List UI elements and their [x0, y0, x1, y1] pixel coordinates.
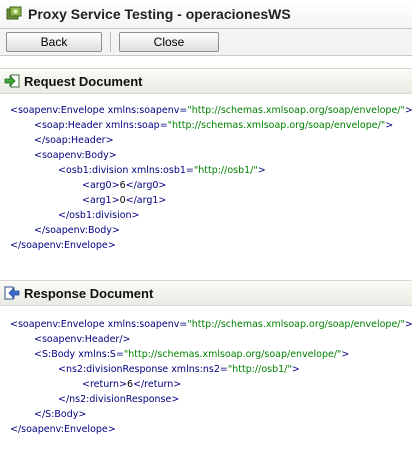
xml-attribute: xmlns:soapenv=: [107, 105, 188, 116]
arrow-out-icon: [4, 285, 20, 301]
xml-tag: </arg0>: [125, 180, 167, 191]
request-xml-line: </soapenv:Envelope>: [10, 238, 412, 253]
response-section-header: Response Document: [0, 280, 412, 306]
xml-tag: <arg1>: [82, 195, 120, 206]
response-xml-line: <ns2:divisionResponse xmlns:ns2="http://…: [10, 362, 412, 377]
xml-value: "http://schemas.xmlsoap.org/soap/envelop…: [187, 319, 405, 330]
xml-tag: >: [291, 364, 300, 375]
response-xml-line: <soapenv:Envelope xmlns:soapenv="http://…: [10, 317, 412, 332]
request-xml-line: <soapenv:Envelope xmlns:soapenv="http://…: [10, 103, 412, 118]
response-xml-line: <soapenv:Header/>: [10, 332, 412, 347]
request-xml-line: </soap:Header>: [10, 133, 412, 148]
xml-tag: </soapenv:Body>: [34, 225, 120, 236]
request-xml-line: <osb1:division xmlns:osb1="http://osb1/"…: [10, 163, 412, 178]
xml-tag: <soapenv:Envelope: [10, 105, 108, 116]
xml-tag: <soap:Header: [34, 120, 106, 131]
xml-attribute: xmlns:osb1=: [131, 165, 194, 176]
request-title: Request Document: [24, 73, 143, 89]
xml-tag: <osb1:division: [58, 165, 132, 176]
xml-tag: >: [341, 349, 350, 360]
back-button[interactable]: Back: [6, 32, 102, 52]
xml-tag: </soapenv:Envelope>: [10, 424, 116, 435]
window-title: Proxy Service Testing - operacionesWS: [28, 6, 291, 22]
arrow-in-icon: [4, 73, 20, 89]
proxy-service-icon: [6, 6, 22, 22]
xml-tag: </return>: [133, 379, 182, 390]
xml-value: "http://schemas.xmlsoap.org/soap/envelop…: [187, 105, 405, 116]
response-xml-line: </soapenv:Envelope>: [10, 422, 412, 437]
xml-attribute: xmlns:ns2=: [171, 364, 228, 375]
xml-tag: <soapenv:Body>: [34, 150, 117, 161]
window-titlebar: Proxy Service Testing - operacionesWS: [0, 0, 412, 28]
xml-tag: </soap:Header>: [34, 135, 114, 146]
xml-value: "http://osb1/": [227, 364, 292, 375]
toolbar-separator: [110, 32, 111, 52]
request-xml-line: <soapenv:Body>: [10, 148, 412, 163]
xml-attribute: xmlns:soapenv=: [107, 319, 188, 330]
request-xml-line: </osb1:division>: [10, 208, 412, 223]
response-xml-line: </ns2:divisionResponse>: [10, 392, 412, 407]
xml-tag: >: [404, 105, 412, 116]
xml-tag: >: [385, 120, 394, 131]
xml-attribute: xmlns:soap=: [105, 120, 168, 131]
request-xml: <soapenv:Envelope xmlns:soapenv="http://…: [0, 103, 412, 253]
request-xml-line: <arg1>0</arg1>: [10, 193, 412, 208]
response-xml-line: <S:Body xmlns:S="http://schemas.xmlsoap.…: [10, 347, 412, 362]
response-xml-line: </S:Body>: [10, 407, 412, 422]
xml-tag: </ns2:divisionResponse>: [58, 394, 180, 405]
xml-tag: <soapenv:Envelope: [10, 319, 108, 330]
response-xml-line: <return>6</return>: [10, 377, 412, 392]
xml-tag: <ns2:divisionResponse: [58, 364, 172, 375]
request-xml-line: <soap:Header xmlns:soap="http://schemas.…: [10, 118, 412, 133]
xml-tag: </S:Body>: [34, 409, 87, 420]
request-section-header: Request Document: [0, 68, 412, 94]
xml-attribute: xmlns:S=: [78, 349, 124, 360]
xml-value: "http://schemas.xmlsoap.org/soap/envelop…: [123, 349, 342, 360]
xml-tag: </arg1>: [125, 195, 167, 206]
request-xml-line: <arg0>6</arg0>: [10, 178, 412, 193]
xml-tag: <arg0>: [82, 180, 120, 191]
xml-tag: <return>: [82, 379, 127, 390]
xml-tag: </osb1:division>: [58, 210, 140, 221]
xml-tag: </soapenv:Envelope>: [10, 240, 116, 251]
request-xml-line: </soapenv:Body>: [10, 223, 412, 238]
toolbar: Back Close: [0, 28, 412, 56]
xml-value: "http://osb1/": [193, 165, 258, 176]
xml-value: "http://schemas.xmlsoap.org/soap/envelop…: [167, 120, 386, 131]
xml-tag: >: [404, 319, 412, 330]
response-xml: <soapenv:Envelope xmlns:soapenv="http://…: [0, 317, 412, 437]
xml-tag: >: [257, 165, 266, 176]
xml-tag: <soapenv:Header/>: [34, 334, 131, 345]
close-button[interactable]: Close: [119, 32, 219, 52]
xml-tag: <S:Body: [34, 349, 79, 360]
response-title: Response Document: [24, 285, 154, 301]
